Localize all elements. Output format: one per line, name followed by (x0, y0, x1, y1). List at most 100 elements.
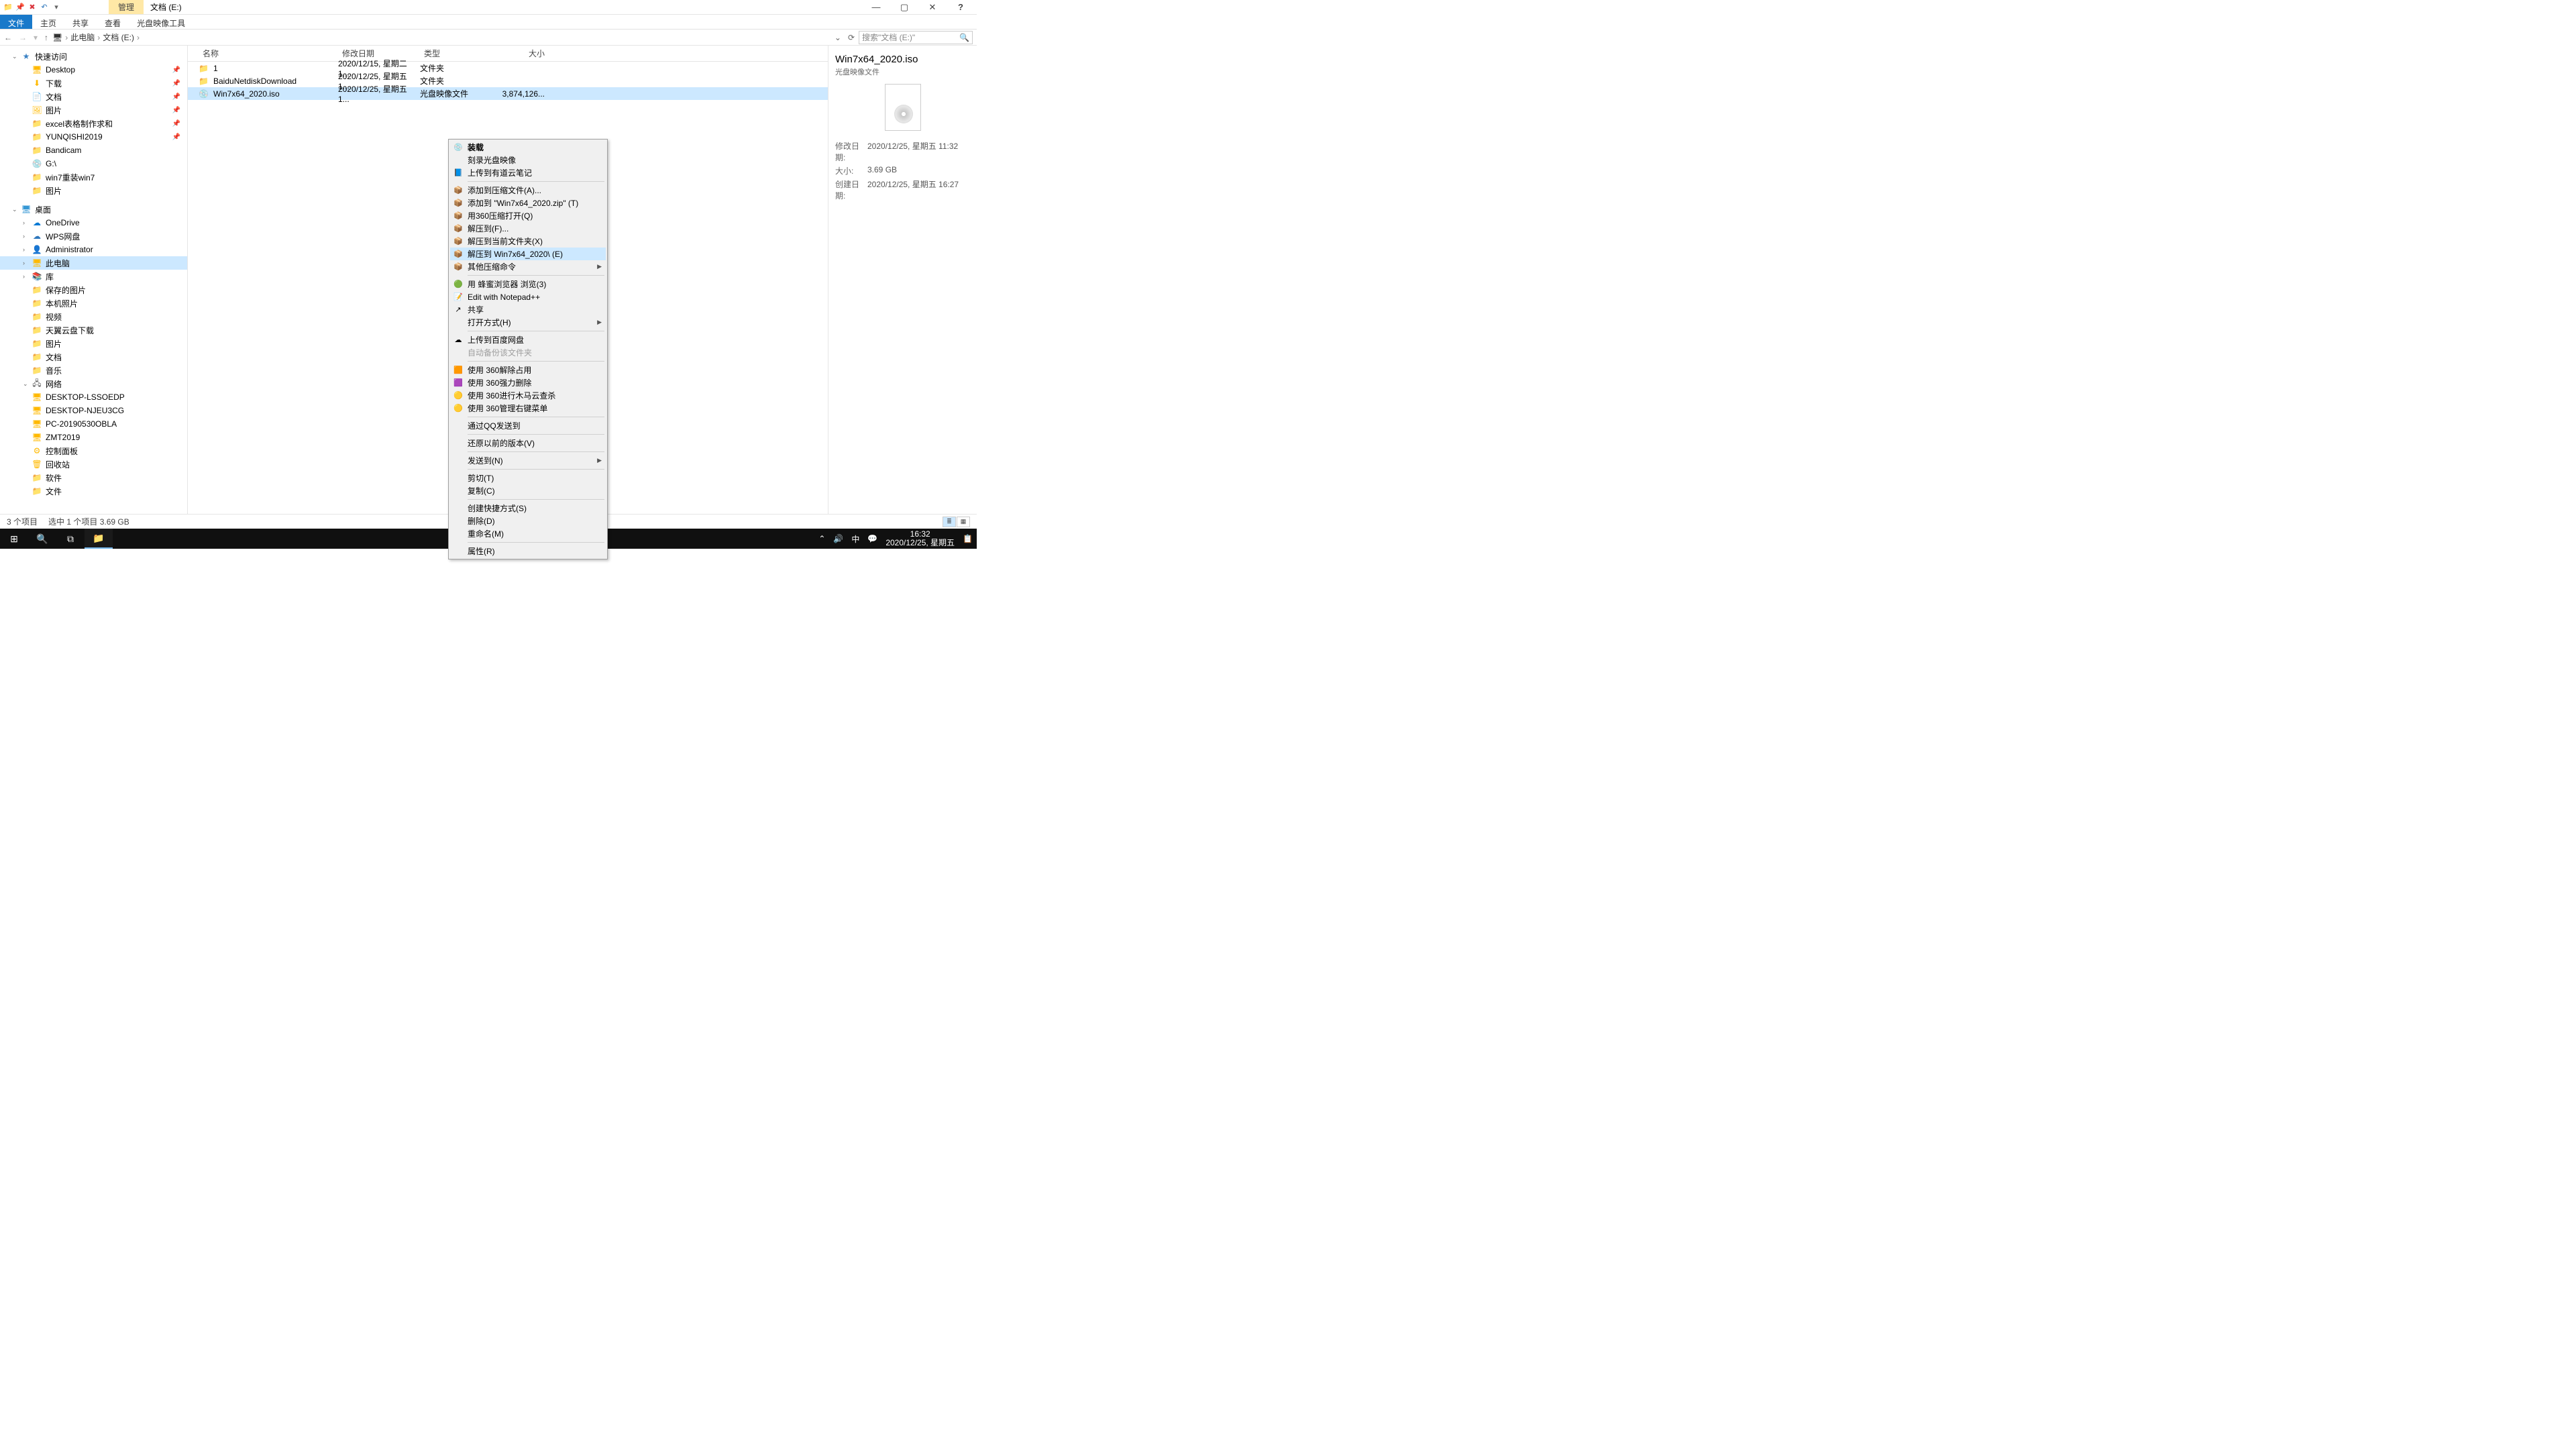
menu-item[interactable]: 创建快捷方式(S) (450, 502, 606, 515)
tree-item[interactable]: › 👤 Administrator (0, 243, 187, 256)
menu-item[interactable]: 🟡 使用 360进行木马云查杀 (450, 389, 606, 402)
menu-item[interactable]: 📦 解压到当前文件夹(X) (450, 235, 606, 248)
maximize-button[interactable]: ▢ (895, 2, 914, 13)
tree-item[interactable]: 📁 音乐 (0, 364, 187, 377)
tree-item[interactable]: › 📚 库 (0, 270, 187, 283)
menu-item[interactable]: 🟢 用 蜂蜜浏览器 浏览(3) (450, 278, 606, 290)
expand-icon[interactable]: › (23, 273, 28, 280)
tree-quick-access[interactable]: ⌄ ★ 快速访问 (0, 50, 187, 63)
tree-item[interactable]: 📁 本机照片 (0, 297, 187, 310)
col-name[interactable]: 名称 (199, 45, 338, 62)
col-size[interactable]: 大小 (487, 45, 549, 62)
tree-item[interactable]: 📁 YUNQISHI2019 📌 (0, 130, 187, 144)
menu-item[interactable]: ☁ 上传到百度网盘 (450, 333, 606, 346)
col-type[interactable]: 类型 (420, 45, 487, 62)
menu-item[interactable]: 💿 装载 (450, 141, 606, 154)
tree-item[interactable]: 📁 视频 (0, 310, 187, 323)
tree-item[interactable]: ⬇ 下载 📌 (0, 76, 187, 90)
nav-tree[interactable]: ⌄ ★ 快速访问 🖥 Desktop 📌 ⬇ 下载 📌 📄 文档 📌 🖼 图片 … (0, 46, 188, 514)
expand-icon[interactable]: ⌄ (12, 206, 17, 213)
file-list[interactable]: 名称 修改日期 类型 大小 📁 1 2020/12/15, 星期二 1... 文… (188, 46, 828, 514)
expand-icon[interactable]: › (23, 233, 28, 239)
tree-item[interactable]: 🖥 DESKTOP-NJEU3CG (0, 404, 187, 417)
ribbon-tab-file[interactable]: 文件 (0, 15, 32, 29)
menu-item[interactable]: 重命名(M) (450, 527, 606, 540)
menu-item[interactable]: 🟡 使用 360管理右键菜单 (450, 402, 606, 415)
search-button[interactable]: 🔍 (28, 529, 56, 549)
context-tab-label[interactable]: 管理 (109, 0, 144, 14)
expand-icon[interactable]: › (23, 219, 28, 226)
menu-item[interactable]: 🟪 使用 360强力删除 (450, 376, 606, 389)
refresh-icon[interactable]: ⟳ (848, 33, 855, 42)
qat-undo-icon[interactable]: ↶ (39, 2, 50, 13)
menu-item[interactable]: 打开方式(H) ▶ (450, 316, 606, 329)
file-row[interactable]: 📁 1 2020/12/15, 星期二 1... 文件夹 (188, 62, 828, 74)
menu-item[interactable]: 📦 用360压缩打开(Q) (450, 209, 606, 222)
tree-item[interactable]: 📁 excel表格制作求和 📌 (0, 117, 187, 130)
notification-icon[interactable]: 💬 (867, 534, 877, 543)
tree-item[interactable]: 📁 文档 (0, 350, 187, 364)
close-button[interactable]: ✕ (923, 2, 942, 13)
volume-icon[interactable]: 🔊 (833, 534, 843, 543)
menu-item[interactable]: 刻录光盘映像 (450, 154, 606, 166)
recent-dropdown[interactable]: ▾ (34, 33, 38, 42)
ribbon-tab-isotools[interactable]: 光盘映像工具 (129, 15, 193, 29)
help-icon[interactable]: ? (951, 2, 970, 12)
history-dropdown-icon[interactable]: ⌄ (835, 33, 841, 42)
action-center-icon[interactable]: 📋 (963, 534, 973, 543)
menu-item[interactable]: 删除(D) (450, 515, 606, 527)
ribbon-tab-share[interactable]: 共享 (64, 15, 97, 29)
tree-item[interactable]: 📁 图片 (0, 337, 187, 350)
menu-item[interactable]: 发送到(N) ▶ (450, 454, 606, 467)
explorer-taskbar-button[interactable]: 📁 (85, 529, 113, 549)
menu-item[interactable]: 📦 添加到压缩文件(A)... (450, 184, 606, 197)
back-button[interactable]: ← (4, 33, 12, 42)
tree-item[interactable]: › 🖥 此电脑 (0, 256, 187, 270)
ime-indicator[interactable]: 中 (851, 533, 859, 545)
file-row[interactable]: 📁 BaiduNetdiskDownload 2020/12/25, 星期五 1… (188, 74, 828, 87)
tree-item[interactable]: 🖥 PC-20190530OBLA (0, 417, 187, 431)
menu-item[interactable]: 📝 Edit with Notepad++ (450, 290, 606, 303)
menu-item[interactable]: 🟧 使用 360解除占用 (450, 364, 606, 376)
expand-icon[interactable]: ⌄ (23, 380, 28, 388)
qat-delete-icon[interactable]: ✖ (27, 2, 38, 13)
tree-item[interactable]: 📁 Bandicam (0, 144, 187, 157)
tree-item[interactable]: 💿 G:\ (0, 157, 187, 170)
tree-item[interactable]: 📁 保存的图片 (0, 283, 187, 297)
tree-item[interactable]: 📁 win7重装win7 (0, 170, 187, 184)
tray-overflow-icon[interactable]: ⌃ (818, 534, 825, 543)
tree-desktop[interactable]: ⌄ 🖥 桌面 (0, 203, 187, 216)
tree-item[interactable]: 🖥 ZMT2019 (0, 431, 187, 444)
tree-item[interactable]: 🖼 图片 📌 (0, 103, 187, 117)
menu-item[interactable]: 📦 解压到 Win7x64_2020\ (E) (450, 248, 606, 260)
minimize-button[interactable]: — (867, 2, 885, 12)
tree-network[interactable]: ⌄ 🖧 网络 (0, 377, 187, 390)
details-view-button[interactable]: ≣ (943, 517, 956, 527)
breadcrumb-drive[interactable]: 文档 (E:) (103, 32, 134, 43)
clock[interactable]: 16:32 2020/12/25, 星期五 (885, 530, 955, 547)
tree-item[interactable]: 🗑 回收站 (0, 458, 187, 471)
qat-dropdown-icon[interactable]: ▾ (51, 2, 62, 13)
breadcrumb-pc[interactable]: 此电脑 (70, 32, 95, 43)
tree-item[interactable]: 📁 图片 (0, 184, 187, 197)
tree-item[interactable]: 📄 文档 📌 (0, 90, 187, 103)
expand-icon[interactable]: › (23, 246, 28, 253)
tree-item[interactable]: 🖥 Desktop 📌 (0, 63, 187, 76)
qat-pin-icon[interactable]: 📌 (15, 2, 25, 13)
forward-button[interactable]: → (19, 33, 27, 42)
menu-item[interactable]: ↗ 共享 (450, 303, 606, 316)
menu-item[interactable]: 剪切(T) (450, 472, 606, 484)
expand-icon[interactable]: › (23, 260, 28, 266)
menu-item[interactable]: 属性(R) (450, 545, 606, 557)
menu-item[interactable]: 复制(C) (450, 484, 606, 497)
icons-view-button[interactable]: ▦ (957, 517, 970, 527)
menu-item[interactable]: 📦 解压到(F)... (450, 222, 606, 235)
menu-item[interactable]: 通过QQ发送到 (450, 419, 606, 432)
breadcrumb[interactable]: 🖥 › 此电脑 › 文档 (E:) › ⌄ ⟳ (52, 32, 855, 43)
tree-item[interactable]: › ☁ WPS网盘 (0, 229, 187, 243)
tree-item[interactable]: 📁 软件 (0, 471, 187, 484)
tree-item[interactable]: 📁 文件 (0, 484, 187, 498)
search-icon[interactable]: 🔍 (959, 33, 969, 42)
menu-item[interactable]: 📘 上传到有道云笔记 (450, 166, 606, 179)
ribbon-tab-view[interactable]: 查看 (97, 15, 129, 29)
